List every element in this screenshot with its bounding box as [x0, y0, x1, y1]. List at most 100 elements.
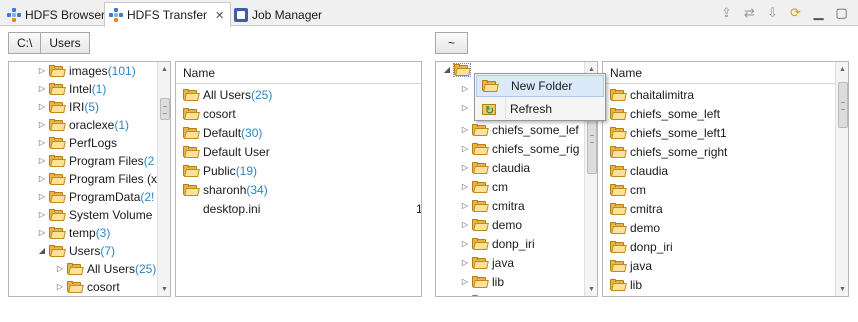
tree-item[interactable]: ▷ Intel (1): [9, 79, 170, 98]
expand-arrow-icon[interactable]: ▷: [37, 102, 47, 111]
tree-item[interactable]: ▷ donp_iri: [436, 234, 597, 253]
expand-arrow-icon[interactable]: ▷: [55, 264, 65, 273]
list-item-label: chaitalimitra: [630, 87, 695, 102]
local-file-list[interactable]: Name All Users (25) cosort Default (30) De…: [175, 61, 422, 297]
list-item[interactable]: chiefs_some_left: [603, 104, 833, 123]
menu-item-refresh[interactable]: ↻ Refresh: [476, 98, 604, 120]
list-item[interactable]: java: [603, 256, 833, 275]
breadcrumb-segment[interactable]: Users: [41, 32, 90, 54]
expand-arrow-icon[interactable]: ▷: [460, 103, 470, 112]
tree-item[interactable]: ▷ Program Files (2: [9, 151, 170, 170]
breadcrumb-segment[interactable]: ~: [435, 32, 469, 54]
transfer-icon[interactable]: ⇄: [741, 4, 758, 21]
scroll-thumb[interactable]: [838, 82, 848, 128]
tree-item[interactable]: ▷ oraclexe (1): [9, 115, 170, 134]
list-item[interactable]: sharonh (34): [176, 180, 421, 199]
list-item[interactable]: claudia: [603, 161, 833, 180]
folder-icon: [49, 190, 66, 203]
close-icon[interactable]: ✕: [215, 9, 224, 22]
download-icon[interactable]: ⇩: [764, 4, 781, 21]
expand-arrow-icon[interactable]: ▷: [37, 174, 47, 183]
expand-arrow-icon[interactable]: ▷: [460, 296, 470, 297]
list-item[interactable]: donp_iri: [603, 237, 833, 256]
tree-item[interactable]: ▷ chiefs_some_rig: [436, 139, 597, 158]
expand-arrow-icon[interactable]: ▷: [37, 84, 47, 93]
list-item[interactable]: Public (19): [176, 161, 421, 180]
expand-arrow-icon[interactable]: ▷: [460, 84, 470, 93]
maximize-icon[interactable]: ▢: [833, 4, 850, 21]
list-item[interactable]: demo: [603, 218, 833, 237]
breadcrumb-segment[interactable]: C:\: [8, 32, 42, 54]
list-item[interactable]: lib: [603, 275, 833, 294]
expand-arrow-icon[interactable]: ▷: [37, 156, 47, 165]
minimize-icon[interactable]: ▁: [810, 4, 827, 21]
expand-arrow-icon[interactable]: ▷: [37, 66, 47, 75]
list-item[interactable]: Default User: [176, 142, 421, 161]
tree-item[interactable]: ▷ chiefs_some_lef: [436, 120, 597, 139]
expand-arrow-icon[interactable]: ▷: [460, 125, 470, 134]
list-item[interactable]: All Users (25): [176, 85, 421, 104]
expand-arrow-icon[interactable]: ▷: [460, 182, 470, 191]
expand-arrow-icon[interactable]: ▷: [37, 192, 47, 201]
list-item[interactable]: Default (30): [176, 123, 421, 142]
tree-item[interactable]: ◢ Users (7): [9, 241, 170, 260]
list-item[interactable]: chaitalimitra: [603, 85, 833, 104]
tree-item[interactable]: ▷ All Users (25): [9, 259, 170, 278]
expand-arrow-icon[interactable]: ▷: [460, 239, 470, 248]
list-item[interactable]: cm: [603, 180, 833, 199]
tree-item[interactable]: ▷ java: [436, 253, 597, 272]
expand-arrow-icon[interactable]: ▷: [460, 163, 470, 172]
expand-arrow-icon[interactable]: ▷: [460, 258, 470, 267]
list-item[interactable]: cmitra: [603, 199, 833, 218]
collapse-arrow-icon[interactable]: ◢: [37, 246, 47, 255]
item-count: (2: [143, 153, 155, 168]
tree-item[interactable]: ▷ lib: [436, 272, 597, 291]
tree-item[interactable]: ▷ cosort: [9, 277, 170, 296]
expand-arrow-icon[interactable]: ▷: [460, 201, 470, 210]
tab-hdfs-transfer[interactable]: HDFS Transfer ✕: [104, 2, 232, 27]
tree-item[interactable]: ▷ cmitra: [436, 196, 597, 215]
folder-icon: [49, 118, 66, 131]
folder-icon: [49, 172, 66, 185]
collapse-arrow-icon[interactable]: ◢: [442, 65, 452, 74]
expand-arrow-icon[interactable]: ▷: [460, 277, 470, 286]
tree-item[interactable]: ▷ PerfLogs: [9, 133, 170, 152]
list-item-label: lib: [630, 277, 643, 292]
tree-item[interactable]: ▷ newyorkers.out: [436, 291, 597, 297]
list-item[interactable]: cosort: [176, 104, 421, 123]
remote-file-list[interactable]: Name ▲ ▼ chaitalimitra chiefs_some_left ch…: [602, 61, 849, 297]
expand-arrow-icon[interactable]: ▷: [460, 220, 470, 229]
menu-item-new-folder[interactable]: New Folder: [476, 75, 604, 97]
tree-item[interactable]: ▷ cm: [436, 177, 597, 196]
expand-arrow-icon[interactable]: ▷: [460, 144, 470, 153]
tree-item[interactable]: ▷ demo: [436, 215, 597, 234]
tree-item[interactable]: ▷ IRI (5): [9, 97, 170, 116]
local-folder-tree[interactable]: ▲ ▼ ▷ images (101) ▷ Intel (1) ▷ IRI (5) ▷ orac…: [8, 61, 171, 297]
tree-item[interactable]: ▷ ProgramData (2!: [9, 187, 170, 206]
folder-icon: [472, 275, 489, 288]
list-item[interactable]: chiefs_some_right: [603, 142, 833, 161]
tree-item[interactable]: ▷ Program Files (x: [9, 169, 170, 188]
tab-hdfs-browser[interactable]: HDFS Browser: [2, 2, 112, 26]
expand-arrow-icon[interactable]: ▷: [55, 282, 65, 291]
list-item[interactable]: desktop.ini 1: [176, 199, 421, 218]
tree-item[interactable]: ▷ System Volume: [9, 205, 170, 224]
column-header-name[interactable]: Name: [603, 62, 848, 84]
upload-icon[interactable]: ⇪: [718, 4, 735, 21]
expand-arrow-icon[interactable]: ▷: [37, 228, 47, 237]
tree-item[interactable]: ▷ images (101): [9, 62, 170, 80]
sync-icon[interactable]: ⟳: [787, 4, 804, 21]
expand-arrow-icon[interactable]: ▷: [37, 138, 47, 147]
tree-item-label: donp_iri: [492, 236, 535, 251]
list-item[interactable]: chiefs_some_left1: [603, 123, 833, 142]
column-header-name[interactable]: Name: [176, 62, 421, 84]
tree-item[interactable]: ▷ claudia: [436, 158, 597, 177]
tree-item[interactable]: ▷ temp (3): [9, 223, 170, 242]
expand-arrow-icon[interactable]: ▷: [37, 210, 47, 219]
scroll-up-icon[interactable]: ▲: [836, 62, 848, 76]
scroll-down-icon[interactable]: ▼: [836, 282, 848, 296]
tab-job-manager[interactable]: Job Manager: [229, 2, 329, 26]
vertical-scrollbar[interactable]: ▲ ▼: [835, 62, 848, 296]
expand-arrow-icon[interactable]: ▷: [37, 120, 47, 129]
menu-item-label: New Folder: [511, 79, 573, 93]
